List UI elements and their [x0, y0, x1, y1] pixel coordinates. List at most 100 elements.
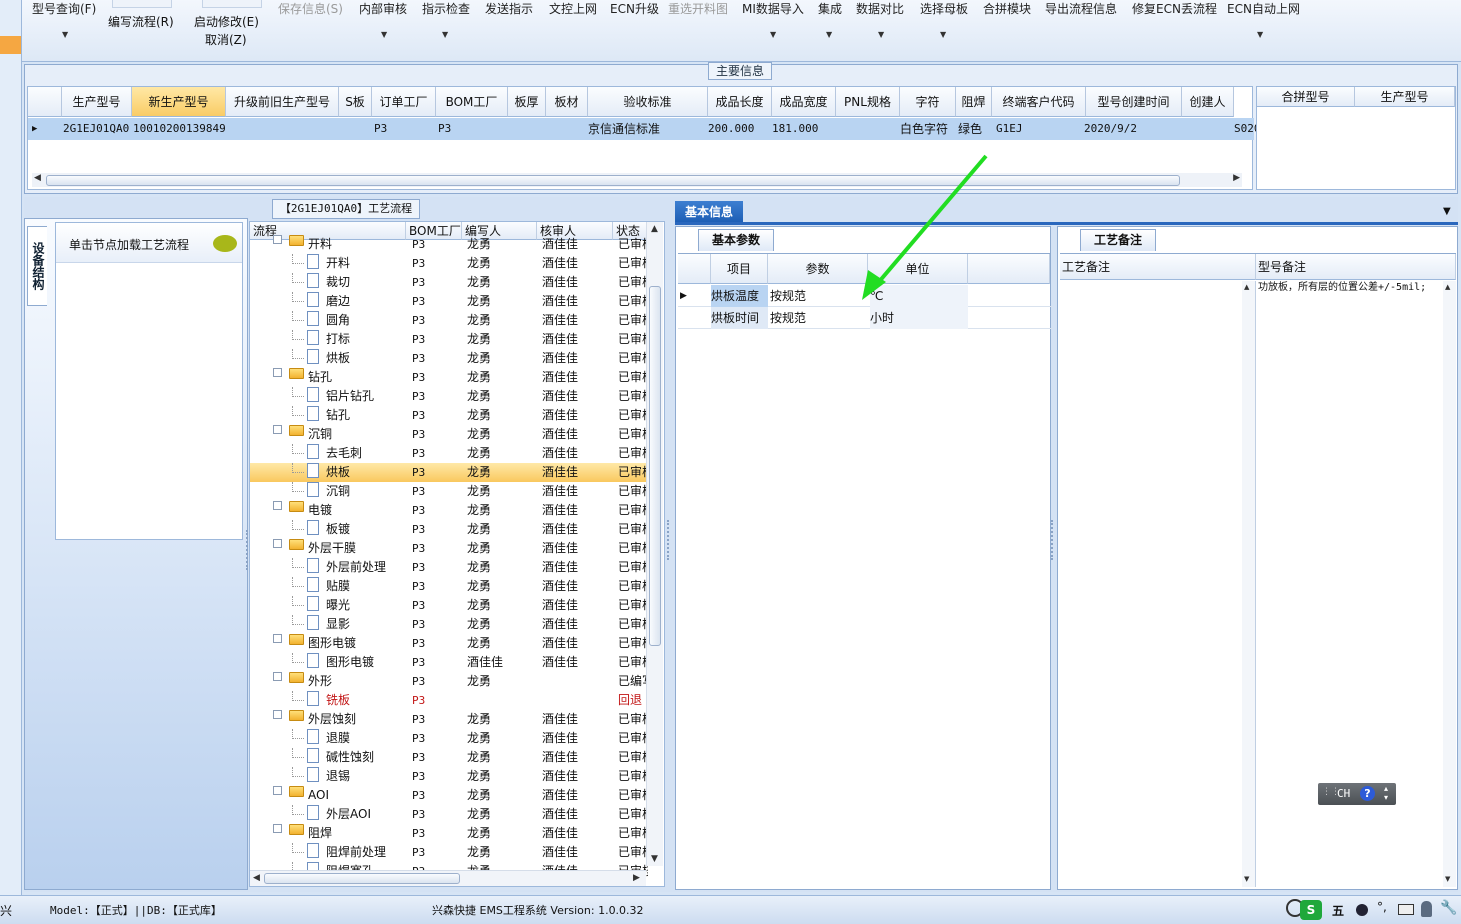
ribbon-ecn-upgrade-button[interactable]: ECN升级	[610, 0, 659, 17]
cell-width[interactable]: 181.000	[772, 118, 818, 140]
ribbon-instruction-check-button[interactable]: 指示检查 ▼	[422, 0, 470, 39]
cell-new-model[interactable]: 10010200139849	[133, 118, 226, 140]
collapse-toggle-icon[interactable]: −	[273, 235, 282, 244]
collapse-toggle-icon[interactable]: −	[273, 786, 282, 795]
model-remark-vscrollbar[interactable]: ▲ ▼	[1443, 281, 1456, 887]
column-header[interactable]: 生产型号	[1355, 87, 1455, 107]
remark-vscrollbar[interactable]: ▲ ▼	[1242, 281, 1255, 887]
tree-row[interactable]: 沉铜 P3 龙勇 酒佳佳 已审核	[250, 482, 648, 501]
chevron-down-icon[interactable]: ▼	[770, 30, 776, 39]
column-header[interactable]: 生产型号	[62, 87, 132, 117]
cell-unit[interactable]: 小时	[870, 307, 968, 329]
tree-row[interactable]: − 电镀 P3 龙勇 酒佳佳 已审核	[250, 501, 648, 520]
cell-mask[interactable]: 绿色	[958, 118, 982, 140]
scroll-thumb[interactable]	[46, 175, 1180, 186]
collapse-toggle-icon[interactable]: −	[273, 368, 282, 377]
chevron-down-icon[interactable]: ▼	[1257, 30, 1263, 39]
ribbon-data-compare-button[interactable]: 数据对比 ▼	[856, 0, 904, 39]
collapse-toggle-icon[interactable]: −	[273, 425, 282, 434]
tree-row[interactable]: − 外层干膜 P3 龙勇 酒佳佳 已审核	[250, 539, 648, 558]
cell-param[interactable]: 按规范	[770, 285, 806, 307]
cell-length[interactable]: 200.000	[708, 118, 754, 140]
grid-corner[interactable]	[28, 87, 62, 117]
ribbon-export-flow-button[interactable]: 导出流程信息	[1045, 0, 1117, 17]
column-header[interactable]: 终端客户代码	[992, 87, 1086, 117]
column-header[interactable]: 型号创建时间	[1086, 87, 1182, 117]
tree-row[interactable]: − 钻孔 P3 龙勇 酒佳佳 已审核	[250, 368, 648, 387]
scroll-left-icon[interactable]: ◀	[34, 173, 41, 183]
tree-row[interactable]: 去毛刺 P3 龙勇 酒佳佳 已审核	[250, 444, 648, 463]
process-remark-textarea[interactable]: ▲ ▼	[1060, 281, 1256, 887]
tree-row[interactable]: 碱性蚀刻 P3 龙勇 酒佳佳 已审核	[250, 748, 648, 767]
model-remark-text[interactable]: 功放板，所有层的位置公差+/-5mil;	[1258, 282, 1428, 293]
cell-created[interactable]: 2020/9/2	[1084, 118, 1137, 140]
chevron-down-icon[interactable]: ▼	[1443, 206, 1451, 217]
cell-customer[interactable]: G1EJ	[996, 118, 1023, 140]
tree-hscrollbar[interactable]: ◀ ▶	[250, 870, 646, 886]
user-icon[interactable]	[1421, 901, 1432, 917]
tree-row[interactable]: − 开料 P3 龙勇 酒佳佳 已审核	[250, 235, 648, 254]
ribbon-start-modify-button[interactable]: 启动修改(E)	[194, 13, 259, 30]
punctuation-icon[interactable]: °,	[1377, 900, 1387, 914]
tree-row[interactable]: 烘板 P3 龙勇 酒佳佳 已审核	[250, 463, 648, 482]
tab-basic-params[interactable]: 基本参数	[698, 229, 774, 251]
ribbon-merge-module-button[interactable]: 合拼模块	[983, 0, 1031, 17]
scroll-up-icon[interactable]: ▲	[651, 224, 658, 234]
scroll-down-icon[interactable]: ▼	[1445, 875, 1450, 883]
tree-row[interactable]: − 外层蚀刻 P3 龙勇 酒佳佳 已审核	[250, 710, 648, 729]
column-header[interactable]: 订单工厂	[372, 87, 436, 117]
grid-corner[interactable]	[678, 254, 711, 284]
tree-row[interactable]: 阻焊前处理 P3 龙勇 酒佳佳 已审核	[250, 843, 648, 862]
tree-row[interactable]: 打标 P3 龙勇 酒佳佳 已审核	[250, 330, 648, 349]
wrench-icon[interactable]: 🔧	[1440, 900, 1457, 916]
ribbon-integrate-button[interactable]: 集成 ▼	[818, 0, 842, 39]
ribbon-cancel-button[interactable]: 取消(Z)	[205, 31, 247, 48]
column-header[interactable]: 阻焊	[956, 87, 992, 117]
tree-row[interactable]: 外层前处理 P3 龙勇 酒佳佳 已审核	[250, 558, 648, 577]
tree-row[interactable]: 裁切 P3 龙勇 酒佳佳 已审核	[250, 273, 648, 292]
tree-row[interactable]: 钻孔 P3 龙勇 酒佳佳 已审核	[250, 406, 648, 425]
cell-model[interactable]: 2G1EJ01QA0	[63, 118, 129, 140]
ribbon-select-motherboard-button[interactable]: 选择母板 ▼	[920, 0, 968, 39]
column-header[interactable]: 项目	[711, 254, 768, 284]
scroll-right-icon[interactable]: ▶	[633, 873, 640, 883]
cell-char[interactable]: 白色字符	[900, 118, 948, 140]
column-header[interactable]: 验收标准	[588, 87, 708, 117]
column-header[interactable]: 创建人	[1182, 87, 1234, 117]
moon-icon[interactable]	[1356, 904, 1368, 916]
tree-row[interactable]: 开料 P3 龙勇 酒佳佳 已审核	[250, 254, 648, 273]
ime-mode-indicator[interactable]: 五	[1332, 902, 1344, 919]
collapse-toggle-icon[interactable]: −	[273, 710, 282, 719]
tree-row[interactable]: 退膜 P3 龙勇 酒佳佳 已审核	[250, 729, 648, 748]
cell-bom-factory[interactable]: P3	[438, 118, 451, 140]
ribbon-internal-review-button[interactable]: 内部审核 ▼	[359, 0, 407, 39]
left-strip-selected[interactable]	[0, 36, 21, 54]
ribbon-ecn-auto-online-button[interactable]: ECN自动上网 ▼	[1227, 0, 1300, 39]
cell-item[interactable]: 烘板时间	[711, 307, 768, 329]
ribbon-doc-online-button[interactable]: 文控上网	[549, 0, 597, 17]
keyboard-icon[interactable]	[1398, 904, 1414, 915]
scroll-left-icon[interactable]: ◀	[253, 873, 260, 883]
column-header[interactable]: 型号备注	[1256, 254, 1456, 280]
ribbon-fix-ecn-button[interactable]: 修复ECN丢流程	[1132, 0, 1217, 17]
tree-row[interactable]: − 沉铜 P3 龙勇 酒佳佳 已审核	[250, 425, 648, 444]
column-header[interactable]: 板厚	[508, 87, 546, 117]
tree-row[interactable]: 板镀 P3 龙勇 酒佳佳 已审核	[250, 520, 648, 539]
tree-row[interactable]: 外层AOI P3 龙勇 酒佳佳 已审核	[250, 805, 648, 824]
tree-row[interactable]: − AOI P3 龙勇 酒佳佳 已审核	[250, 786, 648, 805]
tree-row[interactable]: 贴膜 P3 龙勇 酒佳佳 已审核	[250, 577, 648, 596]
tree-row[interactable]: 铣板 P3 回退	[250, 691, 646, 710]
cell-standard[interactable]: 京信通信标准	[588, 118, 660, 140]
cell-order-factory[interactable]: P3	[374, 118, 387, 140]
column-header[interactable]: 工艺备注	[1060, 254, 1256, 280]
ribbon-send-instruction-button[interactable]: 发送指示	[485, 0, 533, 17]
column-header[interactable]: 新生产型号	[132, 87, 226, 117]
collapse-toggle-icon[interactable]: −	[273, 634, 282, 643]
column-header[interactable]: 成品宽度	[772, 87, 836, 117]
tree-row[interactable]: − 图形电镀 P3 龙勇 酒佳佳 已审核	[250, 634, 648, 653]
splitter-handle[interactable]	[1051, 520, 1055, 560]
tree-row[interactable]: 烘板 P3 龙勇 酒佳佳 已审核	[250, 349, 648, 368]
tree-row[interactable]: − 外形 P3 龙勇 已编写	[250, 672, 648, 691]
scroll-up-icon[interactable]: ▲	[1244, 283, 1249, 291]
column-header[interactable]: 板材	[546, 87, 588, 117]
